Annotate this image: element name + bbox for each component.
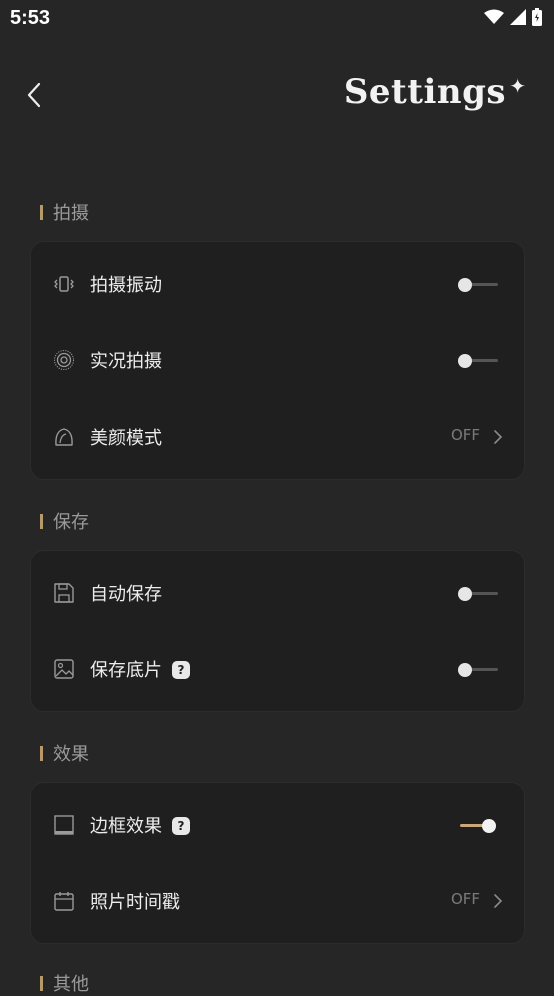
back-arrow-icon[interactable] [22,80,48,110]
sparkle-icon: ✦ [509,74,526,98]
section-bar [40,975,43,991]
row-label: 自动保存 [90,584,162,605]
card-shooting: 拍摄振动 实况拍摄 美颜模式 OFF [30,241,525,480]
frame-icon [54,815,74,835]
row-auto-save[interactable]: 自动保存 [31,563,524,623]
vibrate-icon [54,276,74,292]
card-save: 自动保存 保存底片? [30,550,525,712]
battery-icon [532,8,542,26]
help-badge-icon[interactable]: ? [172,817,190,835]
beauty-face-icon [55,428,73,446]
row-beauty-mode[interactable]: 美颜模式 OFF [31,407,524,467]
live-photo-icon [54,350,74,370]
section-label-shooting: 拍摄 [40,201,89,224]
row-label: 实况拍摄 [90,351,162,372]
help-badge-icon[interactable]: ? [172,661,190,679]
section-title: 其他 [53,974,89,995]
save-original-toggle[interactable] [458,663,500,677]
section-label-other: 其他 [40,972,89,995]
chevron-right-icon [494,430,503,444]
row-photo-timestamp[interactable]: 照片时间戳 OFF [31,871,524,931]
row-live-photo[interactable]: 实况拍摄 [31,330,524,390]
section-title: 保存 [53,512,89,533]
status-time: 5:53 [10,7,51,29]
calendar-icon [54,892,74,911]
row-label: 美颜模式 [90,428,162,449]
save-icon [54,583,74,603]
row-shutter-vibration[interactable]: 拍摄振动 [31,254,524,314]
section-bar [40,513,43,529]
card-effects: 边框效果? 照片时间戳 OFF [30,782,525,944]
shutter-vibration-toggle[interactable] [458,278,500,292]
toggle-knob [482,819,496,833]
page-title: Settings [343,72,506,112]
auto-save-toggle[interactable] [458,587,500,601]
photo-timestamp-value: OFF [450,890,480,908]
toggle-knob [458,278,472,292]
row-label: 保存底片? [90,656,190,682]
section-title: 拍摄 [53,203,89,224]
image-icon [54,659,74,679]
toggle-knob [458,587,472,601]
row-label: 照片时间戳 [90,892,180,913]
row-label: 拍摄振动 [90,275,162,296]
signal-icon [510,9,526,25]
live-photo-toggle[interactable] [458,354,500,368]
wifi-icon [484,9,504,24]
beauty-mode-value: OFF [450,426,480,444]
section-bar [40,745,43,761]
chevron-right-icon [494,894,503,908]
section-label-save: 保存 [40,510,89,533]
section-title: 效果 [53,744,89,765]
toggle-knob [458,354,472,368]
row-frame-effect[interactable]: 边框效果? [31,795,524,855]
toggle-knob [458,663,472,677]
frame-effect-toggle[interactable] [458,819,500,833]
status-icons [484,8,542,26]
section-bar [40,204,43,220]
header: Settings ✦ [0,60,554,130]
section-label-effects: 效果 [40,742,89,765]
row-save-original[interactable]: 保存底片? [31,639,524,699]
status-bar: 5:53 [0,0,554,38]
row-label: 边框效果? [90,812,190,838]
